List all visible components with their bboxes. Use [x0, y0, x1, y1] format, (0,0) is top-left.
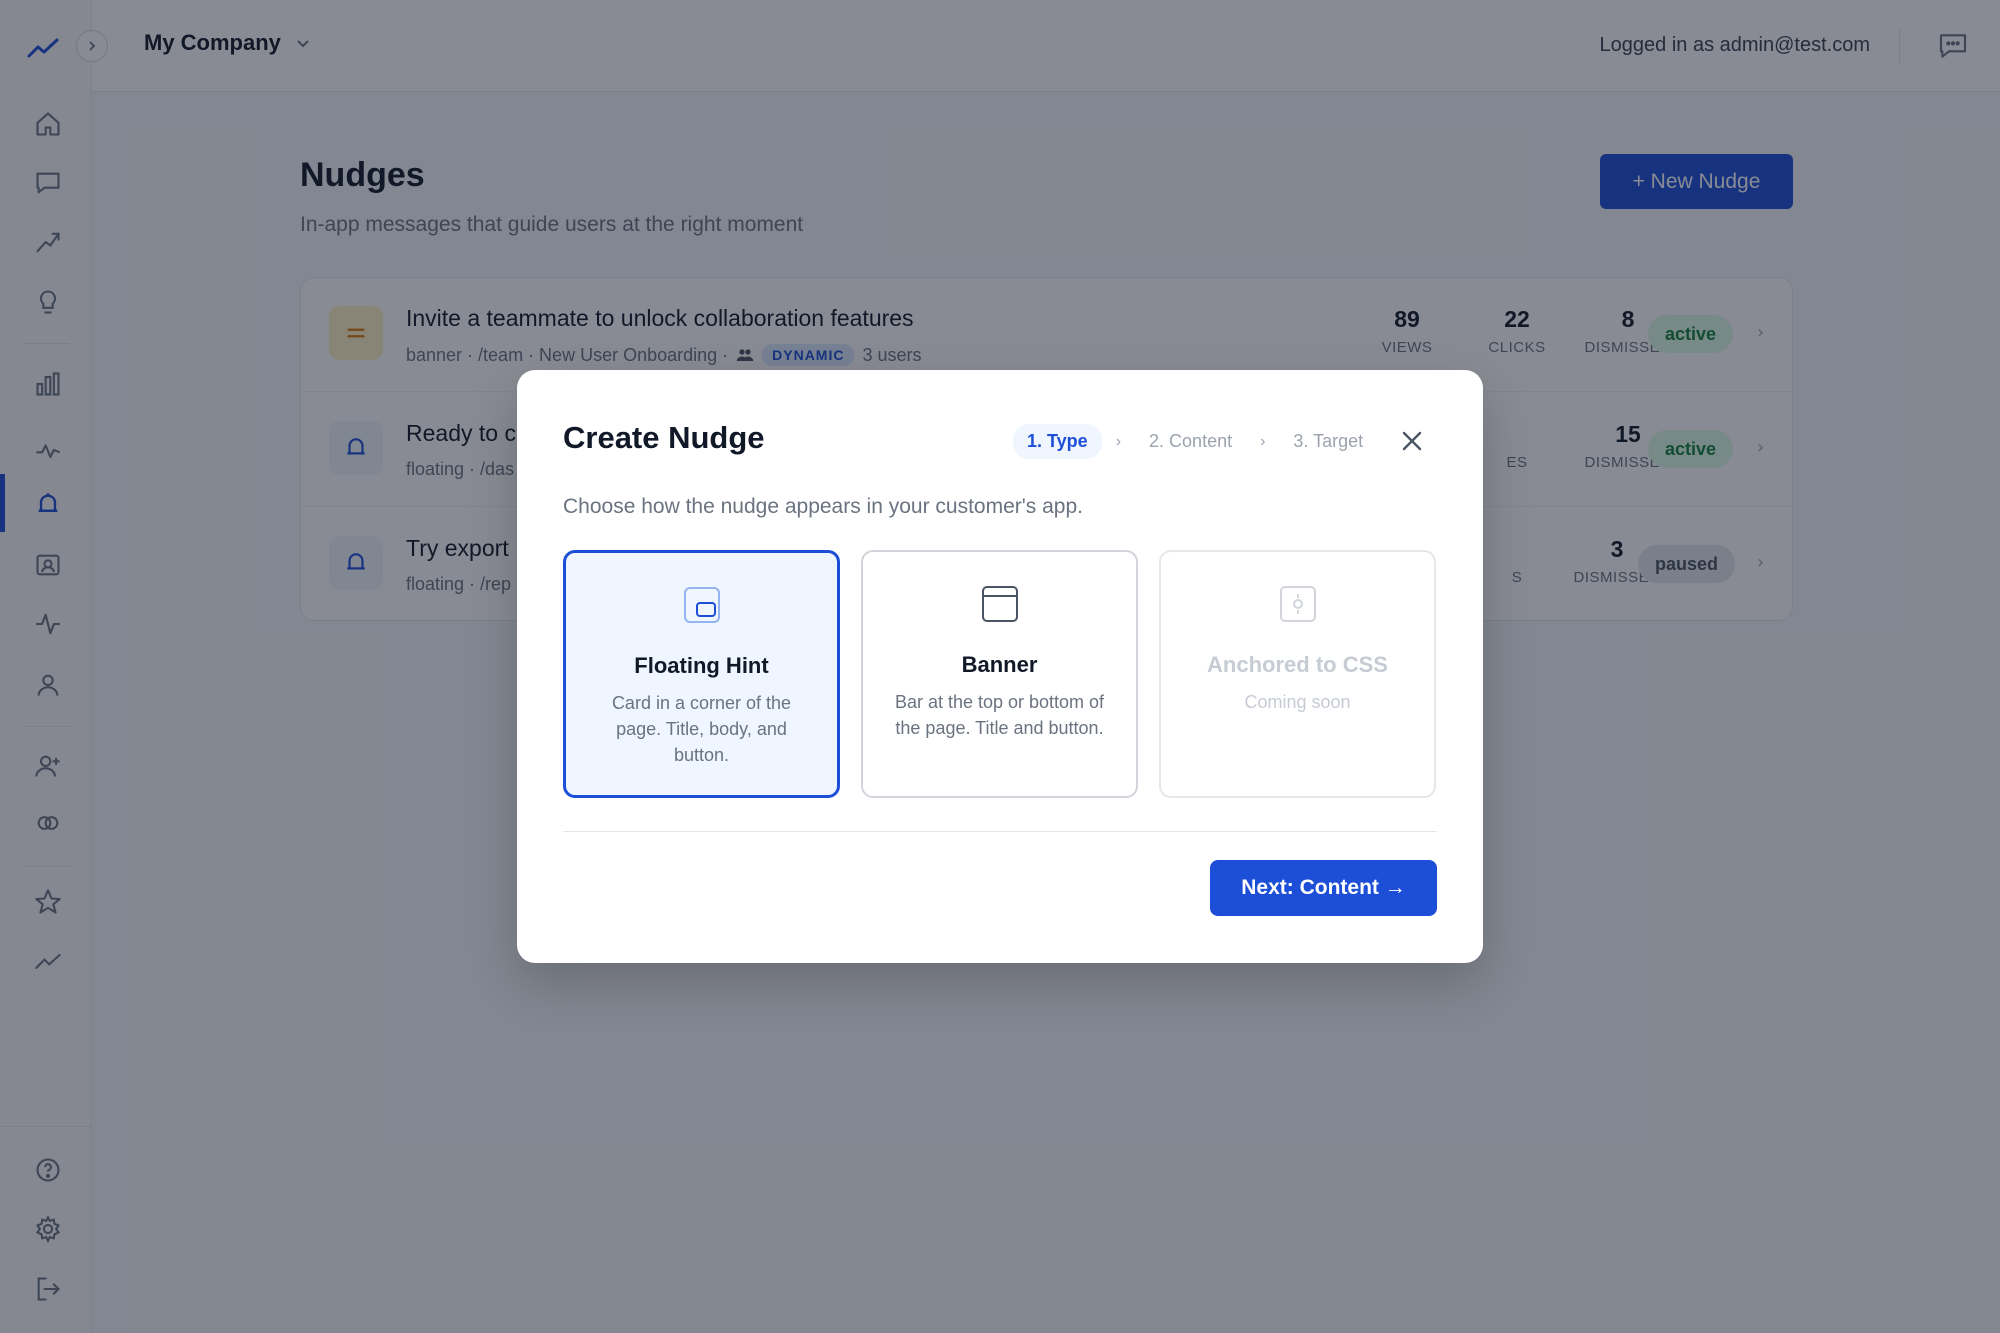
step-content[interactable]: 2. Content [1135, 424, 1246, 459]
type-card-description: Bar at the top or bottom of the page. Ti… [894, 692, 1105, 738]
wizard-steps: 1. Type › 2. Content › 3. Target [1013, 424, 1377, 459]
step-target[interactable]: 3. Target [1279, 424, 1377, 459]
step-type[interactable]: 1. Type [1013, 424, 1102, 459]
modal-divider [563, 831, 1437, 832]
next-content-button[interactable]: Next: Content → [1210, 860, 1437, 916]
type-card-description: Coming soon [1244, 692, 1351, 712]
type-card-floating-hint[interactable]: Floating Hint Card in a corner of the pa… [563, 550, 840, 798]
step-separator-icon: › [1115, 432, 1122, 450]
floating-hint-icon [683, 587, 720, 623]
type-card-title: Anchored to CSS [1207, 652, 1388, 677]
type-card-description: Card in a corner of the page. Title, bod… [611, 693, 792, 765]
close-button[interactable] [1397, 426, 1427, 456]
type-card-banner[interactable]: Banner Bar at the top or bottom of the p… [861, 550, 1138, 798]
close-icon [1402, 431, 1422, 451]
modal-description: Choose how the nudge appears in your cus… [563, 495, 1083, 518]
modal-title: Create Nudge [563, 420, 765, 455]
type-card-anchored-css: Anchored to CSS Coming soon [1159, 550, 1436, 798]
type-card-title: Banner [961, 652, 1038, 677]
step-separator-icon: › [1260, 432, 1266, 450]
anchor-target-icon [1279, 586, 1316, 622]
banner-icon [981, 586, 1018, 622]
create-nudge-modal: Create Nudge 1. Type › 2. Content › 3. T… [517, 370, 1483, 963]
type-card-title: Floating Hint [634, 653, 769, 678]
